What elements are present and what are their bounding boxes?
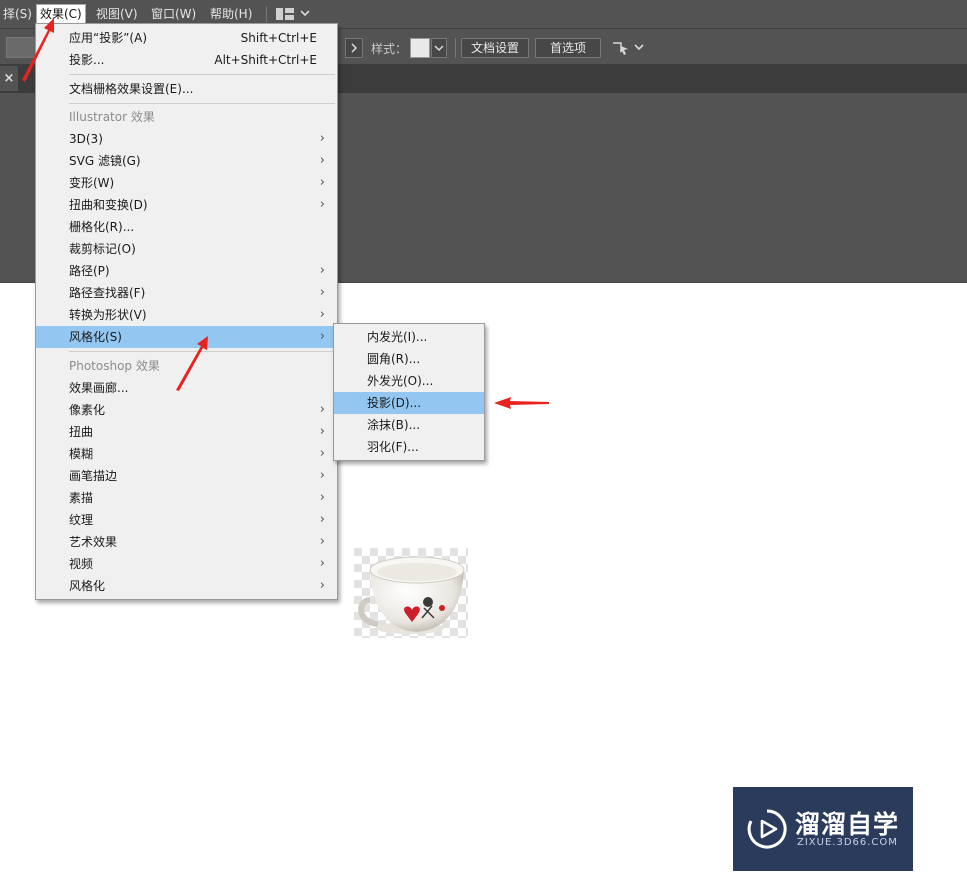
- arrow-to-effects-menu: [22, 18, 54, 82]
- arrow-to-stylize: [176, 336, 208, 391]
- arrow-to-drop-shadow: [494, 397, 549, 409]
- watermark-title: 溜溜自学: [795, 810, 900, 839]
- play-icon: [747, 809, 787, 849]
- watermark-url: ZIXUE.3D66.COM: [797, 837, 898, 848]
- watermark-logo: 溜溜自学 ZIXUE.3D66.COM: [733, 787, 913, 871]
- annotation-arrows: [22, 18, 549, 409]
